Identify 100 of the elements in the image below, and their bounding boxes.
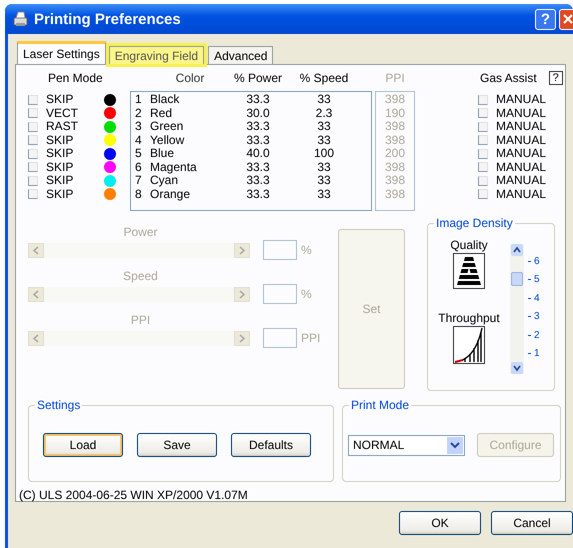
window-title: Printing Preferences <box>34 10 181 28</box>
scale-label: 1 <box>534 348 540 360</box>
scale-label: 5 <box>534 274 540 286</box>
checkbox[interactable] <box>28 176 38 186</box>
column-header: PPI <box>384 71 406 85</box>
gas-assist-label: MANUAL <box>496 120 548 134</box>
table-cell-text: 33.3 <box>245 93 271 106</box>
slider-label: Power <box>122 225 158 240</box>
table-cell-text: 200 <box>384 147 406 160</box>
gas-assist-label: MANUAL <box>496 134 548 147</box>
pen-mode-label: SKIP <box>46 160 74 174</box>
table-cell-text: Black <box>150 93 180 106</box>
checkbox[interactable] <box>478 135 488 146</box>
tab[interactable]: Advanced <box>208 46 274 64</box>
gas-assist-label: MANUAL <box>496 174 548 188</box>
unit-label: PPI <box>301 331 320 345</box>
checkbox[interactable] <box>28 108 38 118</box>
pen-mode-label: SKIP <box>46 188 74 201</box>
checkbox[interactable] <box>478 94 488 105</box>
gas-assist-label: MANUAL <box>496 188 548 201</box>
table-cell-text: 33.3 <box>245 160 271 174</box>
version-text: (C) ULS 2004-06-25 WIN XP/2000 V1.07M <box>19 488 249 502</box>
input-field[interactable] <box>263 328 297 348</box>
table-cell-text: 33.3 <box>245 174 271 188</box>
table-cell-text: 1 <box>134 93 143 106</box>
button[interactable]: Cancel <box>491 511 573 535</box>
table-cell-text: 6 <box>134 160 143 174</box>
table-cell-text: 3 <box>134 120 143 134</box>
checkbox[interactable] <box>478 108 488 118</box>
pen-mode-label: SKIP <box>46 174 74 188</box>
chevron-down-icon <box>450 441 460 449</box>
close-icon <box>563 14 573 24</box>
checkbox[interactable] <box>478 162 488 172</box>
checkbox[interactable] <box>478 148 488 159</box>
table-cell-text: 33 <box>316 160 332 174</box>
down-arrow-icon <box>511 362 523 374</box>
graph-icon <box>453 326 485 364</box>
table-cell-text: Cyan <box>150 174 178 188</box>
tab[interactable]: Engraving Field <box>108 46 204 64</box>
table-cell-text: 7 <box>134 174 143 188</box>
table-cell-text: Yellow <box>150 134 186 147</box>
input-field[interactable] <box>263 240 297 260</box>
table-cell-text: 398 <box>384 160 406 174</box>
checkbox[interactable] <box>28 162 38 172</box>
table-cell-text: 33 <box>316 134 332 147</box>
checkbox[interactable] <box>28 135 38 146</box>
scale-label: 2 <box>534 330 540 341</box>
checkbox[interactable] <box>478 189 488 200</box>
checkbox[interactable] <box>28 94 38 105</box>
tab[interactable]: Laser Settings <box>17 41 106 64</box>
checkbox[interactable] <box>28 148 38 159</box>
button[interactable]: Save <box>137 433 217 457</box>
up-arrow-icon <box>511 244 523 256</box>
close-button[interactable] <box>559 8 573 30</box>
table-cell-text: 33 <box>316 174 332 188</box>
table-cell-text: 2.3 <box>314 106 334 120</box>
density-slider[interactable] <box>510 244 524 374</box>
help-button[interactable]: ? <box>535 8 556 30</box>
table-cell-text: 33.3 <box>245 134 271 147</box>
checkbox[interactable] <box>478 176 488 186</box>
gas-assist-label: MANUAL <box>496 160 548 174</box>
gas-assist-label: MANUAL <box>496 106 548 120</box>
table-cell-text: 33 <box>316 120 332 134</box>
unit-label: % <box>301 287 312 301</box>
throughput-label: Throughput <box>438 311 500 325</box>
slider-label: Speed <box>122 269 159 284</box>
table-cell-text: 2 <box>134 106 143 120</box>
table-cell-text: 40.0 <box>245 147 271 160</box>
column-header: % Power <box>234 71 282 85</box>
button[interactable]: Defaults <box>231 433 311 457</box>
table-cell-text: Orange <box>150 188 192 201</box>
pen-list[interactable]: 1 Black 33.3 33 2 Red 30.0 2.3 3 Green 33.3 33 4 Yellow 33.3 33 5 Blue 40.0 100 6 Magenta 33.3 33 7 Cyan 33.3 33 8 Orange 33.3 33 <box>130 91 372 211</box>
table-cell-text: 5 <box>134 147 143 160</box>
help-button[interactable]: ? <box>548 71 563 85</box>
checkbox[interactable] <box>28 189 38 200</box>
table-cell-text: 398 <box>384 120 406 134</box>
button[interactable]: OK <box>399 511 481 535</box>
group-title: Settings <box>35 398 82 412</box>
column-header: % Speed <box>300 71 348 85</box>
scale-label: 4 <box>534 292 540 304</box>
table-cell-text: Blue <box>150 147 176 160</box>
button[interactable]: Load <box>43 433 123 457</box>
pen-mode-label: SKIP <box>46 134 74 147</box>
quality-label: Quality <box>450 238 488 252</box>
group-title: Image Density <box>434 216 515 230</box>
slider-thumb[interactable] <box>511 272 523 286</box>
input-field[interactable] <box>263 284 297 304</box>
checkbox[interactable] <box>28 122 38 132</box>
table-cell-text: 33 <box>316 188 332 201</box>
table-cell-text: 33 <box>316 93 332 106</box>
dropdown[interactable]: NORMAL <box>348 434 465 456</box>
checkbox[interactable] <box>478 122 488 132</box>
quality-icon <box>453 253 485 289</box>
scale-label: 6 <box>534 256 540 267</box>
gas-assist-label: MANUAL <box>496 93 548 106</box>
gas-assist-label: MANUAL <box>496 147 548 160</box>
group-title: Print Mode <box>349 398 412 412</box>
pen-mode-label: SKIP <box>46 93 74 106</box>
table-cell-text: Magenta <box>150 160 198 174</box>
table-cell-text: 398 <box>384 188 406 201</box>
